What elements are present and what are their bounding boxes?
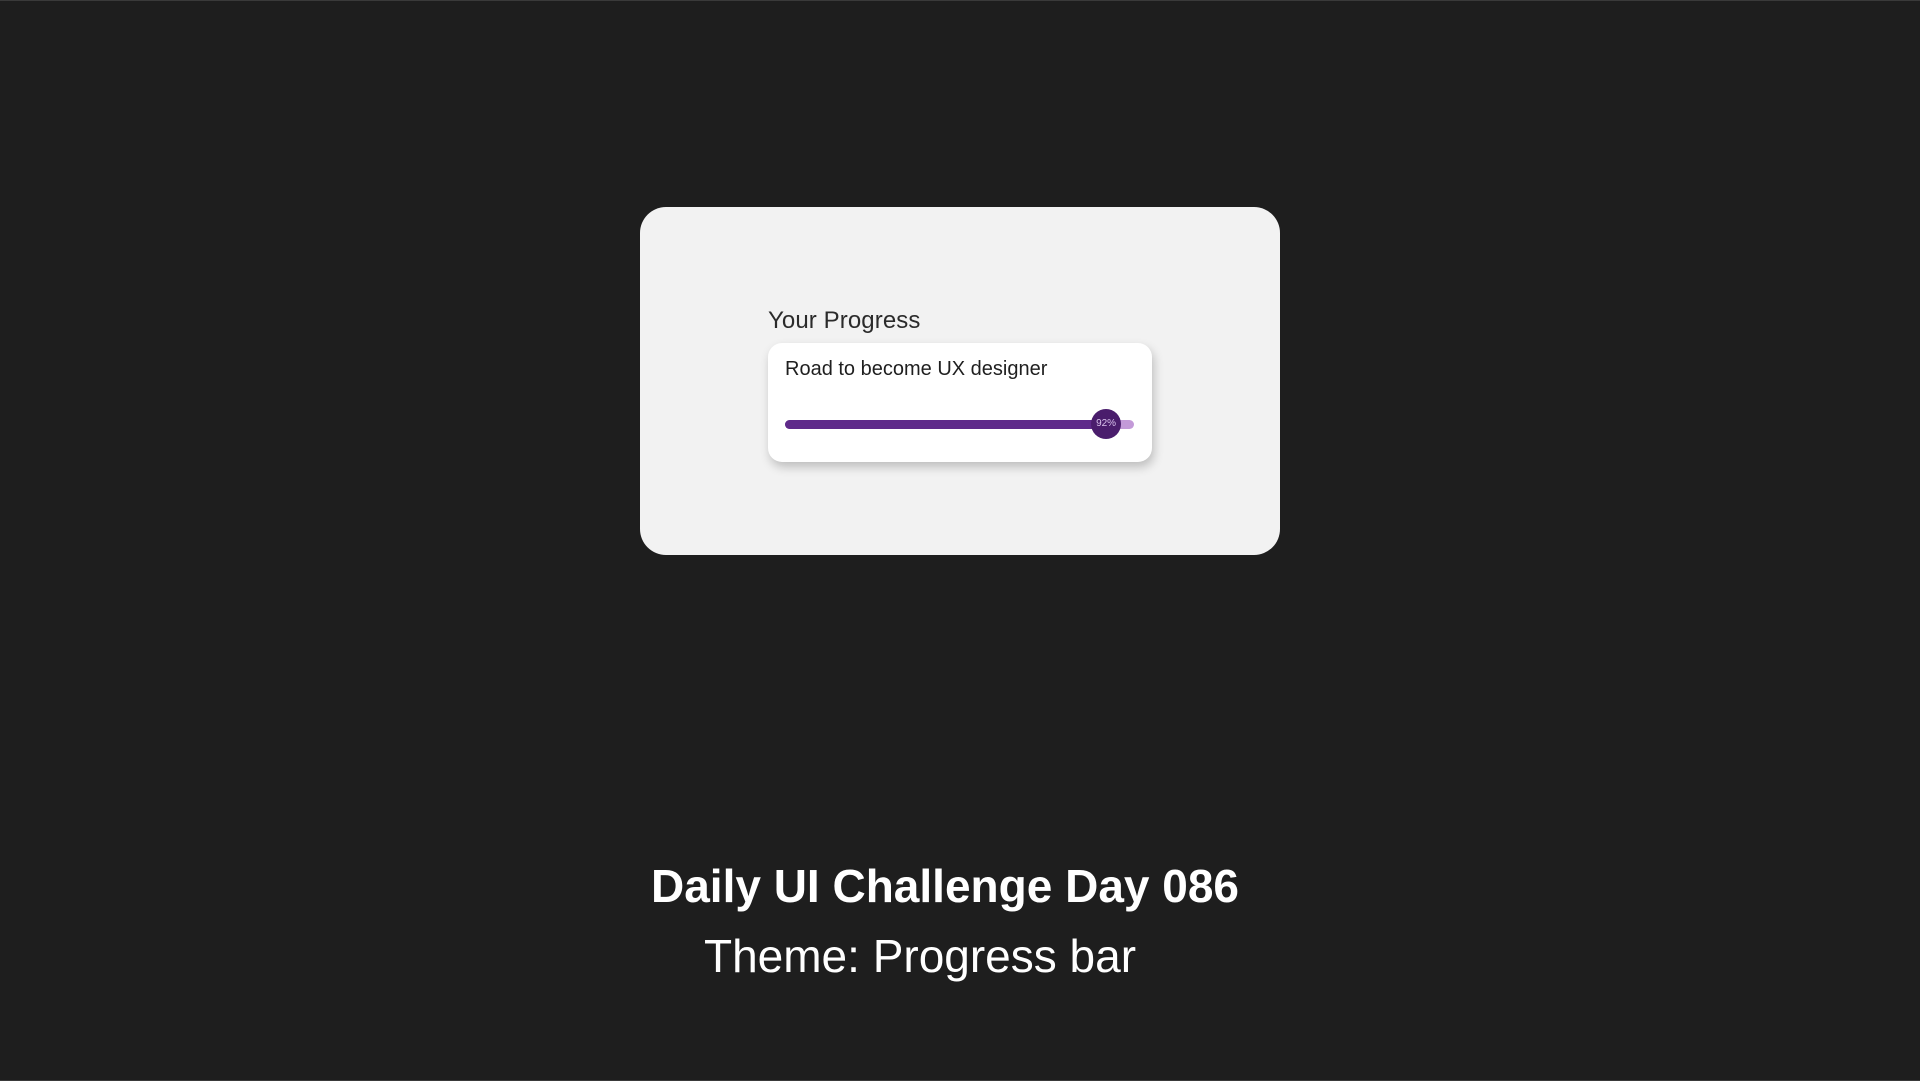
- page: Your Progress Road to become UX designer…: [0, 0, 1920, 1081]
- progress-fill: [785, 420, 1107, 429]
- top-divider: [0, 0, 1920, 1]
- challenge-theme: Theme: Progress bar: [703, 930, 1137, 982]
- progress-heading: Your Progress: [768, 307, 921, 334]
- progress-card-title: Road to become UX designer: [785, 358, 1048, 380]
- challenge-title: Daily UI Challenge Day 086: [650, 860, 1240, 912]
- progress-knob[interactable]: 92%: [1091, 409, 1122, 439]
- progress-track[interactable]: 92%: [785, 409, 1134, 439]
- progress-card: Road to become UX designer 92%: [768, 343, 1152, 462]
